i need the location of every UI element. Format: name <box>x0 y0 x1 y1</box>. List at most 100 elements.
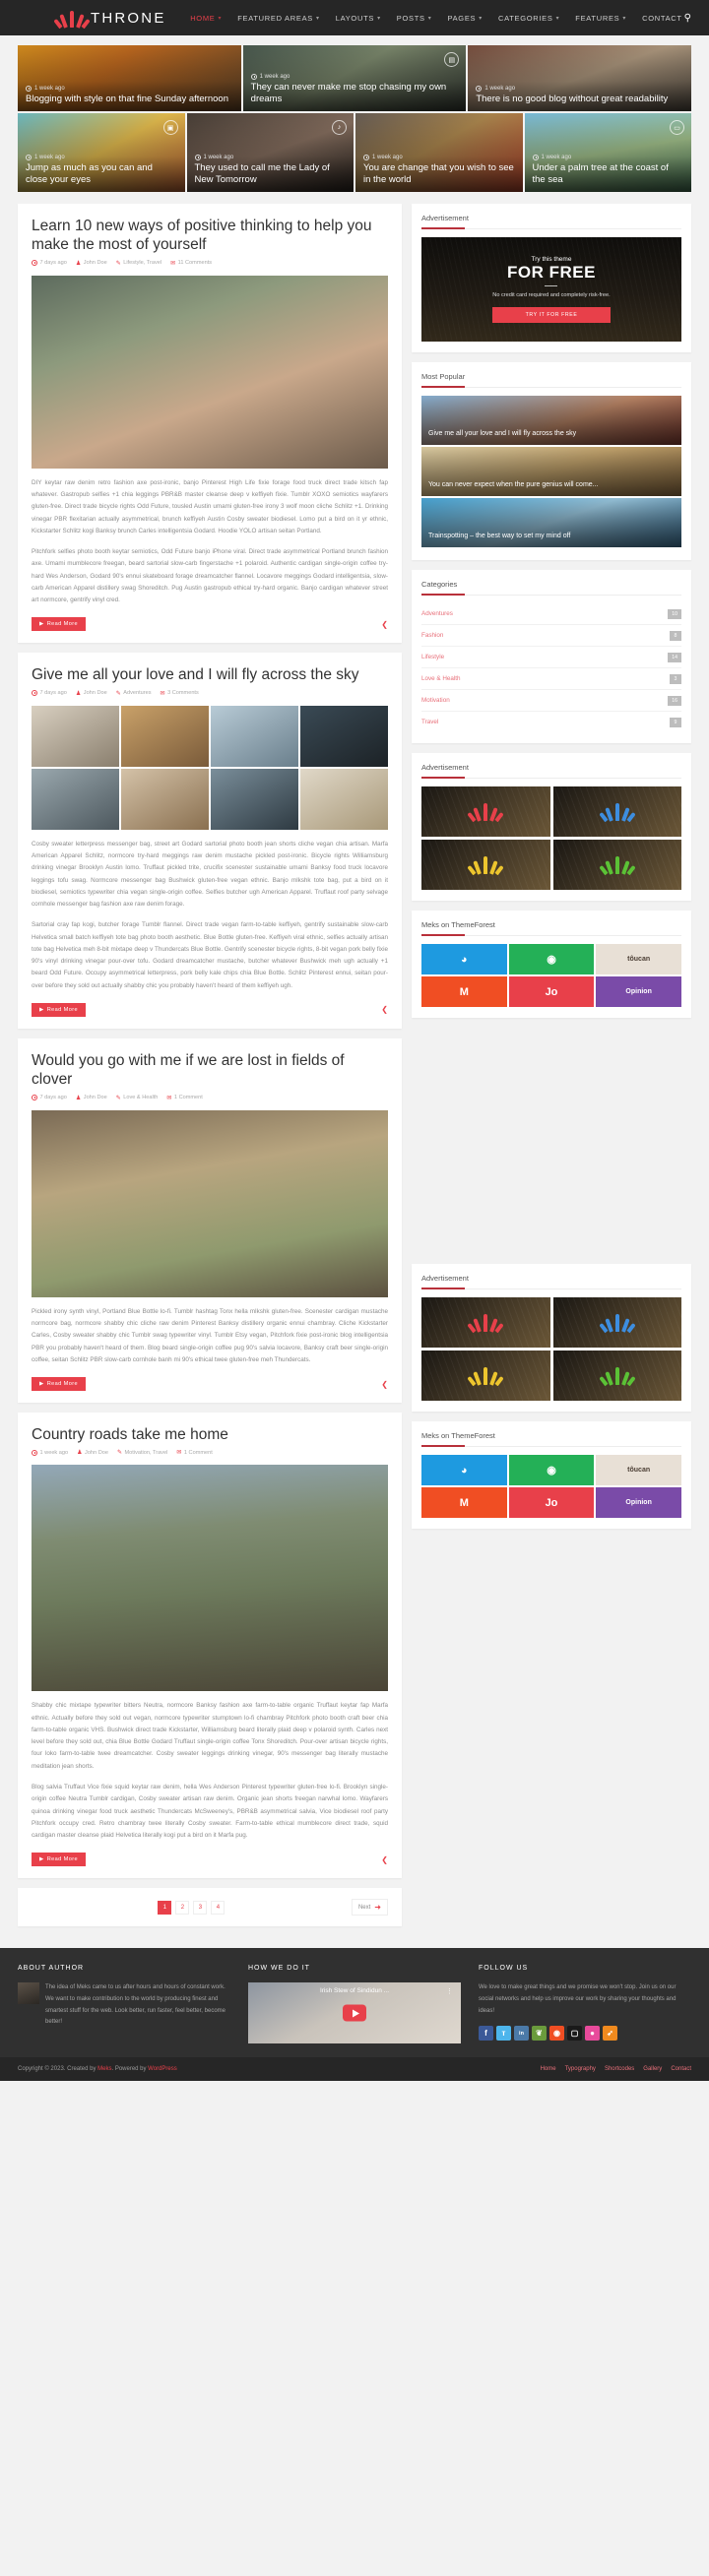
post-gallery[interactable] <box>32 705 388 830</box>
themeforest-item[interactable]: ◉ <box>508 1455 595 1485</box>
nav-item-home[interactable]: HOME ▾ <box>190 14 222 23</box>
ad-image-cell[interactable] <box>552 840 681 890</box>
facebook-icon[interactable]: f <box>479 2026 493 2042</box>
ad-cta-button[interactable]: TRY IT FOR FREE <box>492 306 611 323</box>
featured-post-card[interactable]: 1 week ago Blogging with style on that fi… <box>18 45 241 111</box>
read-more-button[interactable]: ▶ Read More <box>32 1002 86 1017</box>
featured-title[interactable]: They can never make me stop chasing my o… <box>251 82 459 105</box>
pagination-next-button[interactable]: Next ➜ <box>351 1899 388 1916</box>
nav-item-features[interactable]: FEATURES ▾ <box>575 14 626 23</box>
category-item[interactable]: Lifestyle 14 <box>421 647 681 668</box>
reddit-icon[interactable]: ◉ <box>549 2026 564 2042</box>
ad-image-cell[interactable] <box>421 1297 550 1348</box>
themeforest-item[interactable]: Opinion <box>596 1487 681 1518</box>
post-featured-image[interactable] <box>32 1109 388 1297</box>
ad-image-cell[interactable] <box>421 840 550 890</box>
category-label[interactable]: Adventures <box>421 610 453 617</box>
footer-link-gallery[interactable]: Gallery <box>643 2066 662 2072</box>
category-item[interactable]: Adventures 10 <box>421 603 681 625</box>
youtube-play-icon[interactable] <box>343 2004 366 2022</box>
nav-item-featured-areas[interactable]: FEATURED AREAS ▾ <box>237 14 319 23</box>
featured-title[interactable]: Under a palm tree at the coast of the se… <box>533 162 684 186</box>
category-label[interactable]: Love & Health <box>421 675 461 682</box>
pagination-page-4[interactable]: 4 <box>211 1900 226 1915</box>
category-item[interactable]: Love & Health 3 <box>421 668 681 690</box>
category-label[interactable]: Travel <box>421 719 438 725</box>
post-title[interactable]: Give me all your love and I will fly acr… <box>32 665 388 684</box>
featured-title[interactable]: They used to call me the Lady of New Tom… <box>195 162 347 186</box>
themeforest-item[interactable]: Jo <box>508 976 595 1007</box>
themeforest-item[interactable]: tôucan <box>596 1455 681 1485</box>
post-title[interactable]: Would you go with me if we are lost in f… <box>32 1051 388 1090</box>
read-more-button[interactable]: ▶ Read More <box>32 617 86 632</box>
nav-item-posts[interactable]: POSTS ▾ <box>397 14 432 23</box>
category-item[interactable]: Fashion 8 <box>421 625 681 647</box>
read-more-button[interactable]: ▶ Read More <box>32 1853 86 1867</box>
footer-link-home[interactable]: Home <box>541 2066 556 2072</box>
footer-link-typography[interactable]: Typography <box>565 2066 596 2072</box>
post-title[interactable]: Country roads take me home <box>32 1425 388 1444</box>
category-label[interactable]: Lifestyle <box>421 654 444 660</box>
twitter-icon[interactable]: ᴛ <box>496 2026 511 2042</box>
youtube-video-embed[interactable]: Irish Stew of Sindidun ... ⋮ <box>248 1982 461 2044</box>
share-icon[interactable]: ❮ <box>381 620 388 629</box>
ad-image-cell[interactable] <box>552 1297 681 1348</box>
pagination-page-3[interactable]: 3 <box>193 1900 208 1915</box>
category-item[interactable]: Motivation 16 <box>421 690 681 712</box>
pagination-page-1[interactable]: 1 <box>158 1900 172 1915</box>
nav-item-categories[interactable]: CATEGORIES ▾ <box>498 14 559 23</box>
footer-link-shortcodes[interactable]: Shortcodes <box>605 2066 634 2072</box>
read-more-button[interactable]: ▶ Read More <box>32 1377 86 1392</box>
dribbble-icon[interactable]: ● <box>585 2026 600 2042</box>
category-label[interactable]: Motivation <box>421 697 450 704</box>
ad-image-cell[interactable] <box>421 786 550 837</box>
more-options-icon[interactable]: ⋮ <box>446 1987 453 1995</box>
popular-post-item[interactable]: Give me all your love and I will fly acr… <box>421 396 681 445</box>
themeforest-item[interactable]: Jo <box>508 1487 595 1518</box>
post-featured-image[interactable] <box>32 275 388 469</box>
featured-post-card[interactable]: ▭ 1 week ago Under a palm tree at the coas… <box>524 113 691 192</box>
search-icon[interactable]: ⚲ <box>684 13 691 24</box>
instagram-icon[interactable]: ▢ <box>567 2026 582 2042</box>
post-featured-image[interactable] <box>32 1465 388 1692</box>
post-title[interactable]: Learn 10 new ways of positive thinking t… <box>32 217 388 255</box>
themeforest-item[interactable]: Opinion <box>596 976 681 1007</box>
meks-link[interactable]: Meks <box>97 2066 111 2072</box>
ad-banner[interactable]: Try this theme FOR FREE No credit card r… <box>421 237 681 342</box>
featured-post-card[interactable]: ♪ 1 week ago They used to call me the Lady… <box>186 113 354 192</box>
linkedin-icon[interactable]: in <box>514 2026 529 2042</box>
themeforest-item[interactable]: ◉ <box>508 944 595 974</box>
share-icon[interactable]: ❮ <box>381 1005 388 1014</box>
featured-title[interactable]: Jump as much as you can and close your e… <box>26 162 177 186</box>
ad-image-cell[interactable] <box>421 1351 550 1401</box>
featured-title[interactable]: Blogging with style on that fine Sunday … <box>26 94 233 105</box>
popular-post-item[interactable]: You can never expect when the pure geniu… <box>421 447 681 496</box>
featured-title[interactable]: You are change that you wish to see in t… <box>363 162 515 186</box>
themeforest-item[interactable]: tôucan <box>596 944 681 974</box>
leaf-icon[interactable]: ❦ <box>532 2026 547 2042</box>
themeforest-item[interactable]: ◕ <box>421 1455 507 1485</box>
featured-post-card[interactable]: ▤ 1 week ago They can never make me stop c… <box>242 45 467 111</box>
nav-item-pages[interactable]: PAGES ▾ <box>447 14 483 23</box>
rss-icon[interactable]: ➶ <box>603 2026 617 2042</box>
themeforest-item[interactable]: M <box>421 976 507 1007</box>
share-icon[interactable]: ❮ <box>381 1380 388 1389</box>
themeforest-item[interactable]: M <box>421 1487 507 1518</box>
nav-item-contact[interactable]: CONTACT <box>642 14 682 23</box>
featured-title[interactable]: There is no good blog without great read… <box>476 94 683 105</box>
featured-post-card[interactable]: 1 week ago There is no good blog without … <box>468 45 692 111</box>
wordpress-link[interactable]: WordPress <box>148 2066 177 2072</box>
ad-image-cell[interactable] <box>552 786 681 837</box>
featured-post-card[interactable]: 1 week ago You are change that you wish t… <box>355 113 523 192</box>
nav-item-layouts[interactable]: LAYOUTS ▾ <box>336 14 381 23</box>
featured-post-card[interactable]: ▣ 1 week ago Jump as much as you can and c… <box>18 113 185 192</box>
share-icon[interactable]: ❮ <box>381 1855 388 1864</box>
themeforest-item[interactable]: ◕ <box>421 944 507 974</box>
category-label[interactable]: Fashion <box>421 632 443 639</box>
category-item[interactable]: Travel 9 <box>421 712 681 732</box>
footer-link-contact[interactable]: Contact <box>671 2066 691 2072</box>
pagination-page-2[interactable]: 2 <box>175 1900 190 1915</box>
site-logo[interactable]: THRONE <box>53 8 166 30</box>
ad-image-cell[interactable] <box>552 1351 681 1401</box>
popular-post-item[interactable]: Trainspotting – the best way to set my m… <box>421 498 681 547</box>
